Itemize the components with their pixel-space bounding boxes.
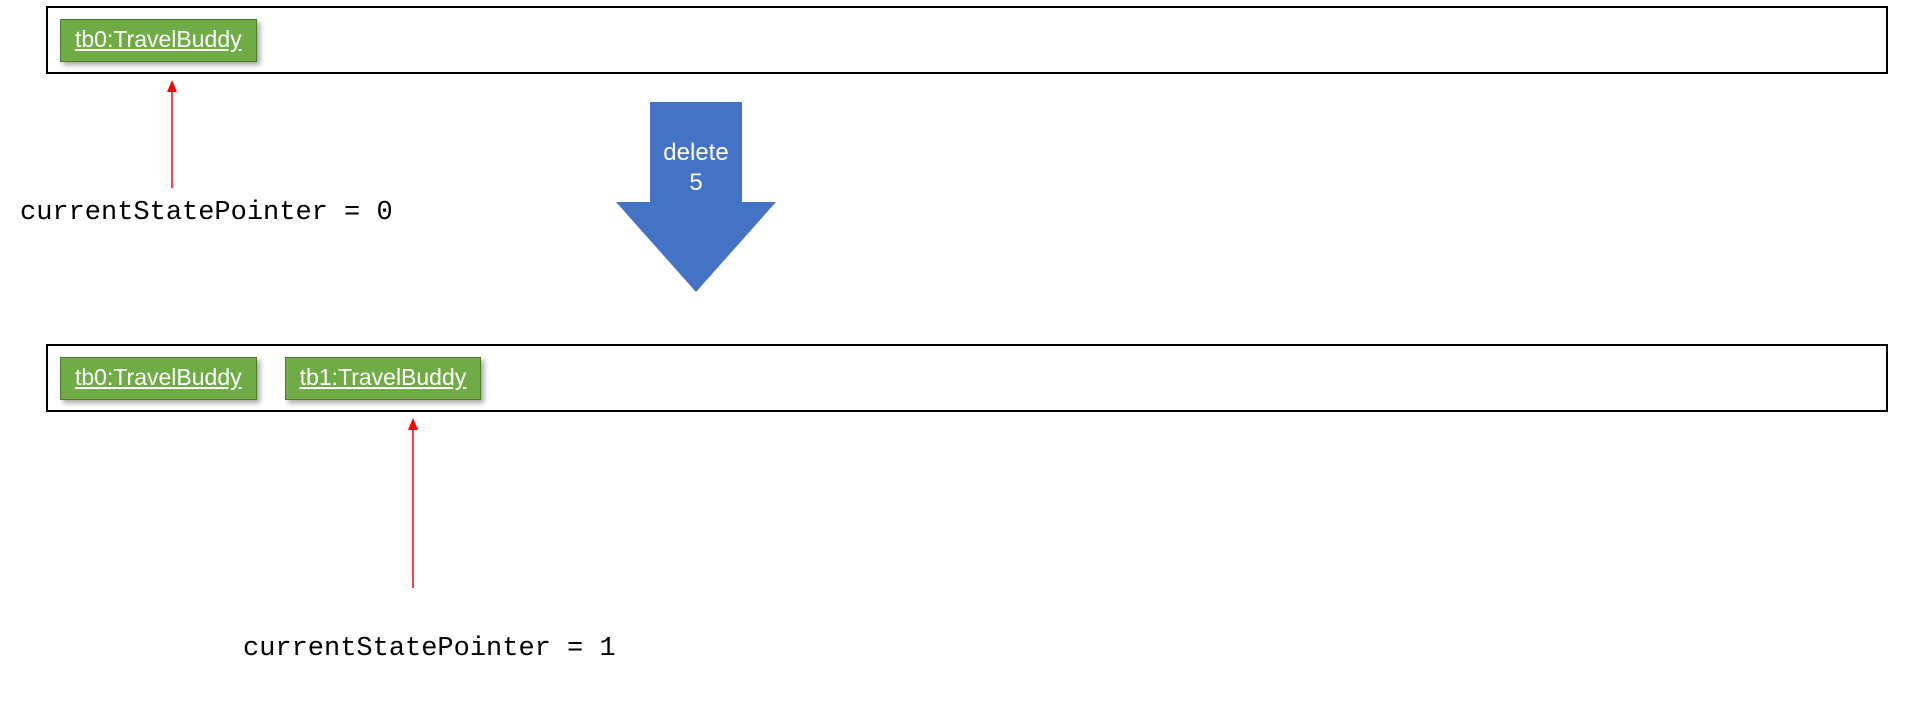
- transition-arrow: delete 5: [616, 102, 776, 292]
- state-container-top: tb0:TravelBuddy: [46, 6, 1888, 74]
- state-box: tb0:TravelBuddy: [60, 357, 257, 400]
- pointer-label-bottom: currentStatePointer = 1: [243, 634, 616, 664]
- transition-arrow-label: delete 5: [616, 138, 776, 198]
- transition-arrow-line2: 5: [689, 169, 702, 196]
- state-box: tb1:TravelBuddy: [285, 357, 482, 400]
- state-container-bottom: tb0:TravelBuddy tb1:TravelBuddy: [46, 344, 1888, 412]
- state-box: tb0:TravelBuddy: [60, 19, 257, 62]
- pointer-label-top: currentStatePointer = 0: [20, 198, 393, 228]
- pointer-arrow-bottom: [405, 418, 421, 593]
- pointer-arrow-top: [164, 80, 180, 193]
- transition-arrow-line1: delete: [663, 139, 728, 166]
